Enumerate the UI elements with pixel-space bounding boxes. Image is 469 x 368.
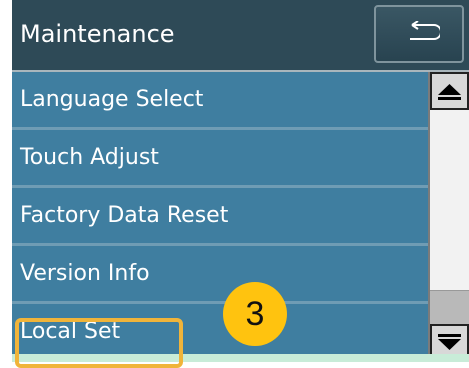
scroll-track[interactable]: [430, 110, 469, 291]
scrollbar[interactable]: [428, 72, 469, 362]
highlight-box: [15, 318, 183, 368]
step-number-badge: 3: [223, 282, 287, 346]
menu-item-factory-data-reset[interactable]: Factory Data Reset: [12, 188, 428, 246]
triangle-up-icon: [438, 84, 461, 100]
page-title: Maintenance: [20, 20, 175, 48]
back-button[interactable]: [374, 5, 464, 63]
menu-item-touch-adjust[interactable]: Touch Adjust: [12, 130, 428, 188]
header-bar: Maintenance: [12, 0, 469, 72]
scroll-up-button[interactable]: [430, 72, 469, 110]
return-arrow-icon: [410, 21, 440, 40]
menu-item-language-select[interactable]: Language Select: [12, 72, 428, 130]
menu-item-version-info[interactable]: Version Info: [12, 246, 428, 304]
